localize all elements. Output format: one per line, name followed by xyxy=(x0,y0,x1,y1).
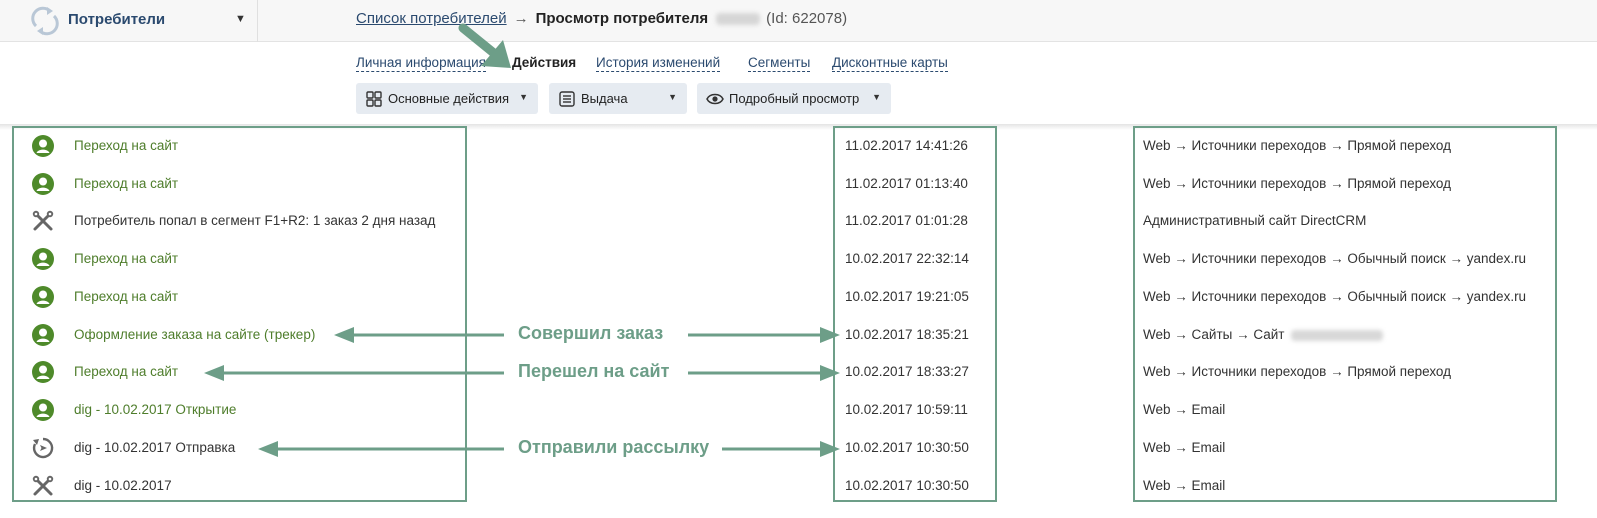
datetime-column-highlight xyxy=(833,126,997,502)
tab-segments[interactable]: Сегменты xyxy=(748,55,811,72)
consumer-id: (Id: 622078) xyxy=(766,10,848,27)
tab-change-history[interactable]: История изменений xyxy=(596,55,721,72)
main-actions-dropdown[interactable]: Основные действия ▼ xyxy=(356,83,538,114)
detailed-view-dropdown[interactable]: Подробный просмотр ▼ xyxy=(697,83,891,114)
blurred-consumer-name xyxy=(716,12,761,25)
pointer-arrow-icon xyxy=(458,23,511,68)
tab-discount-cards[interactable]: Дисконтные карты xyxy=(832,55,948,72)
annotation-order-label: Совершил заказ xyxy=(518,323,664,343)
caret-down-icon: ▼ xyxy=(668,92,677,102)
section-selector[interactable]: Потребители ▼ xyxy=(0,0,258,42)
detailed-view-label: Подробный просмотр xyxy=(729,91,860,106)
annotation-visit-label: Перешел на сайт xyxy=(518,361,670,381)
section-label: Потребители xyxy=(68,11,166,28)
refresh-logo-icon xyxy=(31,6,59,36)
output-dropdown[interactable]: Выдача ▼ xyxy=(549,83,687,114)
grid-icon xyxy=(366,90,382,107)
list-icon xyxy=(559,90,575,107)
top-bar: Потребители ▼ Список потребителей → Прос… xyxy=(0,0,1597,42)
source-column-highlight xyxy=(1133,126,1557,502)
breadcrumb: Список потребителей → Просмотр потребите… xyxy=(356,10,847,27)
page-title: Просмотр потребителя xyxy=(535,10,709,27)
eye-icon xyxy=(706,93,724,104)
caret-down-icon: ▼ xyxy=(519,92,528,102)
annotation-mailing-label: Отправили рассылку xyxy=(518,437,710,457)
caret-down-icon: ▼ xyxy=(235,13,246,25)
caret-down-icon: ▼ xyxy=(872,92,881,102)
main-actions-label: Основные действия xyxy=(388,91,510,106)
output-label: Выдача xyxy=(581,91,628,106)
tab-actions[interactable]: Действия xyxy=(512,55,576,71)
